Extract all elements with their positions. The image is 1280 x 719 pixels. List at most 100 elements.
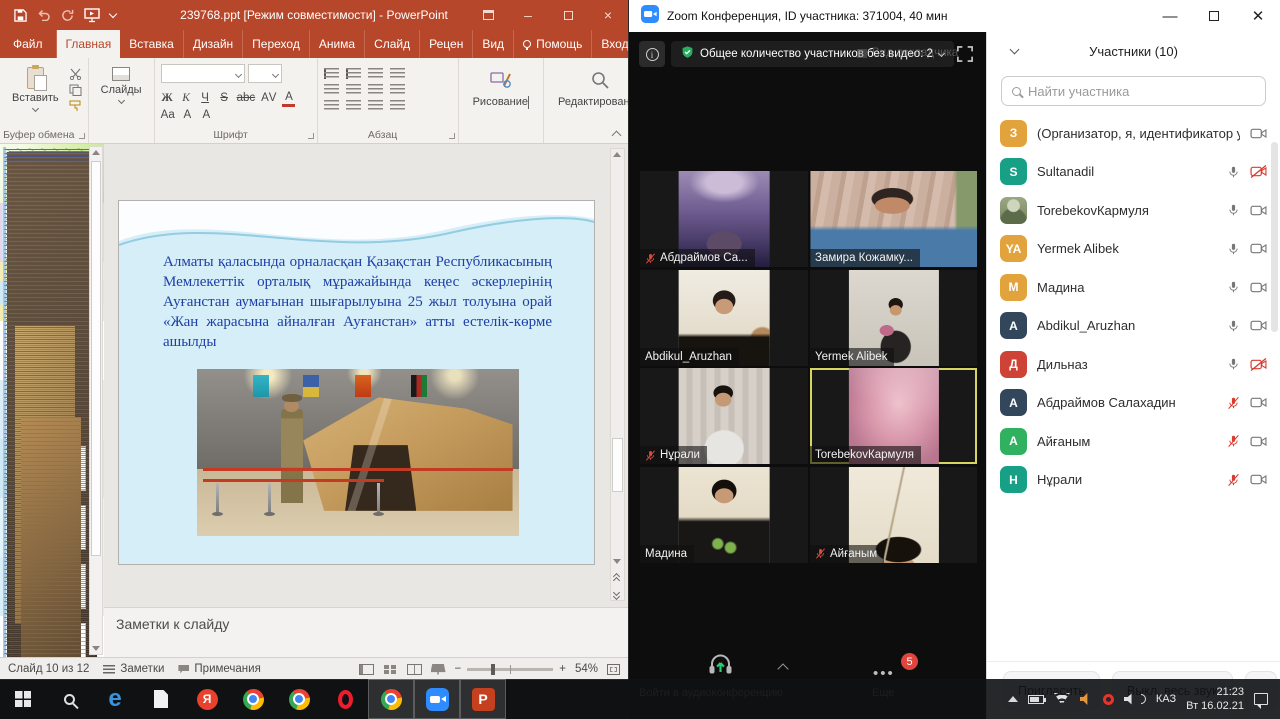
camera-icon[interactable]: [1250, 473, 1267, 486]
font-color-button[interactable]: А: [282, 92, 295, 107]
ribbon-tab[interactable]: Вид: [473, 30, 514, 58]
text-direction-icon[interactable]: [390, 68, 405, 79]
strikethrough-button[interactable]: abc: [237, 92, 256, 107]
mic-icon[interactable]: [1227, 319, 1240, 333]
taskbar-powerpoint[interactable]: [460, 679, 506, 719]
minimize-button[interactable]: —: [1148, 0, 1192, 32]
maximize-button[interactable]: [1192, 0, 1236, 32]
normal-view-button[interactable]: [359, 664, 374, 675]
video-tile[interactable]: Абдраймов Са...: [640, 171, 808, 267]
zoom-slider[interactable]: [467, 668, 553, 671]
paste-button[interactable]: Вставить: [6, 64, 65, 127]
audio-options-chevron-icon[interactable]: [777, 663, 788, 674]
participant-row[interactable]: A Айғаным: [987, 422, 1280, 461]
ribbon-display-options-button[interactable]: [468, 0, 508, 30]
zoom-in-button[interactable]: +: [559, 663, 566, 675]
ribbon-tab[interactable]: Помощь: [514, 30, 592, 58]
ribbon-tab[interactable]: Файл: [0, 30, 57, 58]
muted-mic-icon[interactable]: [1227, 396, 1240, 410]
ribbon-tab[interactable]: Главная: [57, 30, 121, 58]
ribbon-tab[interactable]: Анима: [310, 30, 365, 58]
change-case-button[interactable]: Аа: [161, 109, 175, 121]
participants-without-video-dropdown[interactable]: Общее количество участников без видео: 2: [671, 41, 954, 67]
reading-view-button[interactable]: [407, 664, 422, 675]
font-name-combobox[interactable]: [161, 64, 245, 83]
taskbar-zoom-app[interactable]: [414, 679, 460, 719]
dialog-launcher-icon[interactable]: [449, 133, 455, 139]
language-indicator[interactable]: КАЗ: [1156, 693, 1176, 705]
taskbar-chrome-2[interactable]: [276, 679, 322, 719]
participant-row[interactable]: TorebekovКармуля: [987, 191, 1280, 230]
new-slide-button[interactable]: Слайды: [95, 64, 148, 127]
numbering-icon[interactable]: [346, 68, 361, 79]
slide-vertical-scrollbar[interactable]: [610, 148, 625, 601]
comments-toggle-button[interactable]: Примечания: [178, 663, 260, 675]
fit-slide-to-window-button[interactable]: [607, 664, 620, 675]
ribbon-tab[interactable]: Вставка: [120, 30, 184, 58]
meeting-info-button[interactable]: i: [639, 41, 665, 67]
maximize-button[interactable]: [548, 0, 588, 30]
camera-icon[interactable]: [1250, 319, 1267, 332]
drawing-button[interactable]: Рисование: [465, 64, 537, 127]
thumbnail-scrollbar[interactable]: [89, 146, 103, 655]
taskbar-yandex-browser[interactable]: [184, 679, 230, 719]
bullets-icon[interactable]: [324, 68, 339, 79]
zoom-slider-thumb[interactable]: [491, 664, 495, 675]
zoom-level[interactable]: 54%: [575, 663, 598, 675]
participant-row[interactable]: A Абдраймов Салахадин: [987, 384, 1280, 423]
mic-icon[interactable]: [1227, 242, 1240, 256]
redo-icon[interactable]: [61, 9, 74, 22]
participant-row[interactable]: A Abdikul_Aruzhan: [987, 307, 1280, 346]
participant-row[interactable]: YA Yermek Alibek: [987, 230, 1280, 269]
ribbon-tab[interactable]: Дизайн: [184, 30, 243, 58]
ribbon-tab[interactable]: Слайд: [365, 30, 420, 58]
shadow-button[interactable]: S: [218, 92, 231, 107]
undo-icon[interactable]: [37, 9, 51, 21]
slide-canvas[interactable]: Алматы қаласында орналасқан Қазақстан Ре…: [118, 200, 595, 565]
opera-tray-icon[interactable]: [1103, 694, 1114, 705]
join-audio-icon[interactable]: [707, 653, 734, 682]
speaker-icon[interactable]: [1124, 693, 1138, 705]
participant-row[interactable]: H Нұрали: [987, 461, 1280, 500]
previous-slide-icon[interactable]: [614, 574, 622, 580]
scrollbar-thumb[interactable]: [612, 438, 623, 492]
zoom-out-button[interactable]: −: [455, 663, 462, 675]
collapse-panel-icon[interactable]: [1010, 45, 1020, 55]
muted-mic-icon[interactable]: [1227, 434, 1240, 448]
camera-icon[interactable]: [1250, 435, 1267, 448]
show-hidden-icons-icon[interactable]: [1008, 696, 1018, 702]
participant-row[interactable]: M Мадина: [987, 268, 1280, 307]
align-center-icon[interactable]: [346, 100, 361, 111]
museum-exhibit-photo[interactable]: [197, 369, 519, 536]
taskbar-file-explorer[interactable]: [138, 679, 184, 719]
dialog-launcher-icon[interactable]: [79, 133, 85, 139]
copy-icon[interactable]: [69, 84, 82, 96]
wifi-icon[interactable]: [1054, 693, 1070, 705]
mic-icon[interactable]: [1227, 203, 1240, 217]
slide-body-text[interactable]: Алматы қаласында орналасқан Қазақстан Ре…: [163, 253, 552, 353]
camera-icon[interactable]: [1250, 204, 1267, 217]
video-tile[interactable]: Abdikul_Aruzhan: [640, 270, 808, 366]
cut-icon[interactable]: [69, 68, 82, 80]
dialog-launcher-icon[interactable]: [308, 133, 314, 139]
clock[interactable]: 21:23 Вт 16.02.21: [1186, 685, 1244, 714]
video-tile[interactable]: Айғаным: [810, 467, 977, 563]
notes-pane[interactable]: Заметки к слайду: [104, 607, 628, 657]
video-tile[interactable]: Yermek Alibek: [810, 270, 977, 366]
mic-icon[interactable]: [1227, 357, 1240, 371]
video-tile[interactable]: TorebekovКармуля: [810, 368, 977, 464]
video-tile[interactable]: Замира Кожамку...: [810, 171, 977, 267]
underline-button[interactable]: Ч: [199, 92, 212, 107]
slide-sorter-view-button[interactable]: [383, 664, 398, 675]
line-spacing-icon[interactable]: [368, 68, 383, 79]
font-size-combobox[interactable]: [248, 64, 282, 83]
participant-row[interactable]: Д Дильназ: [987, 345, 1280, 384]
customize-toolbar-icon[interactable]: [109, 9, 117, 17]
justify-icon[interactable]: [390, 100, 405, 111]
increase-font-button[interactable]: А: [181, 109, 194, 121]
ribbon-tab[interactable]: Рецен: [420, 30, 473, 58]
minimize-button[interactable]: –: [508, 0, 548, 30]
taskbar-search[interactable]: [46, 679, 92, 719]
next-slide-icon[interactable]: [614, 590, 622, 596]
align-left-icon[interactable]: [324, 100, 339, 111]
